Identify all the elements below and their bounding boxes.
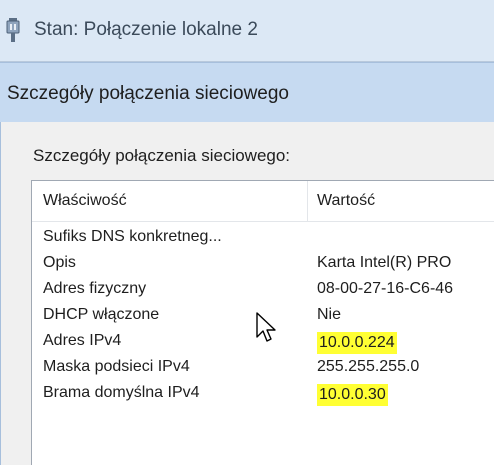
table-row[interactable]: Sufiks DNS konkretneg... [32,224,494,250]
dialog-body: Szczegóły połączenia sieciowego: Właściw… [0,122,494,465]
row-property: Sufiks DNS konkretneg... [43,228,222,245]
screen: Stan: Połączenie lokalne 2 Szczegóły poł… [0,0,494,465]
row-value: Nie [317,306,342,323]
row-value: 08-00-27-16-C6-46 [317,280,454,297]
column-header-property[interactable]: Właściwość [43,192,127,210]
table-row[interactable]: Maska podsieci IPv4 255.255.255.0 [32,354,494,380]
details-label: Szczegóły połączenia sieciowego: [33,146,291,165]
network-details-dialog: Szczegóły połączenia sieciowego Szczegół… [0,62,494,465]
row-property: DHCP włączone [43,306,160,323]
table-row[interactable]: Brama domyślna IPv4 10.0.0.30 [32,380,494,406]
table-row[interactable]: Adres fizyczny 08-00-27-16-C6-46 [32,276,494,302]
ipv4-address-value: 10.0.0.224 [317,332,397,354]
mouse-pointer-icon [256,312,278,344]
parent-window-titlebar[interactable]: Stan: Połączenie lokalne 2 [0,0,494,62]
row-property: Maska podsieci IPv4 [43,358,190,375]
network-connection-icon [6,18,20,42]
default-gateway-value: 10.0.0.30 [317,384,388,406]
dialog-title: Szczegóły połączenia sieciowego [7,83,289,104]
column-header-value[interactable]: Wartość [317,192,375,210]
parent-window-title: Stan: Połączenie lokalne 2 [34,19,258,40]
row-value: Karta Intel(R) PRO [317,254,452,271]
dialog-titlebar[interactable]: Szczegóły połączenia sieciowego [0,62,494,122]
column-divider[interactable] [307,181,308,221]
row-property: Opis [43,254,76,271]
row-value: 255.255.255.0 [317,358,420,375]
row-property: Adres fizyczny [43,280,147,297]
listview-header: Właściwość Wartość [32,181,494,222]
table-row[interactable]: Opis Karta Intel(R) PRO [32,250,494,276]
row-property: Brama domyślna IPv4 [43,384,200,401]
row-property: Adres IPv4 [43,332,122,349]
